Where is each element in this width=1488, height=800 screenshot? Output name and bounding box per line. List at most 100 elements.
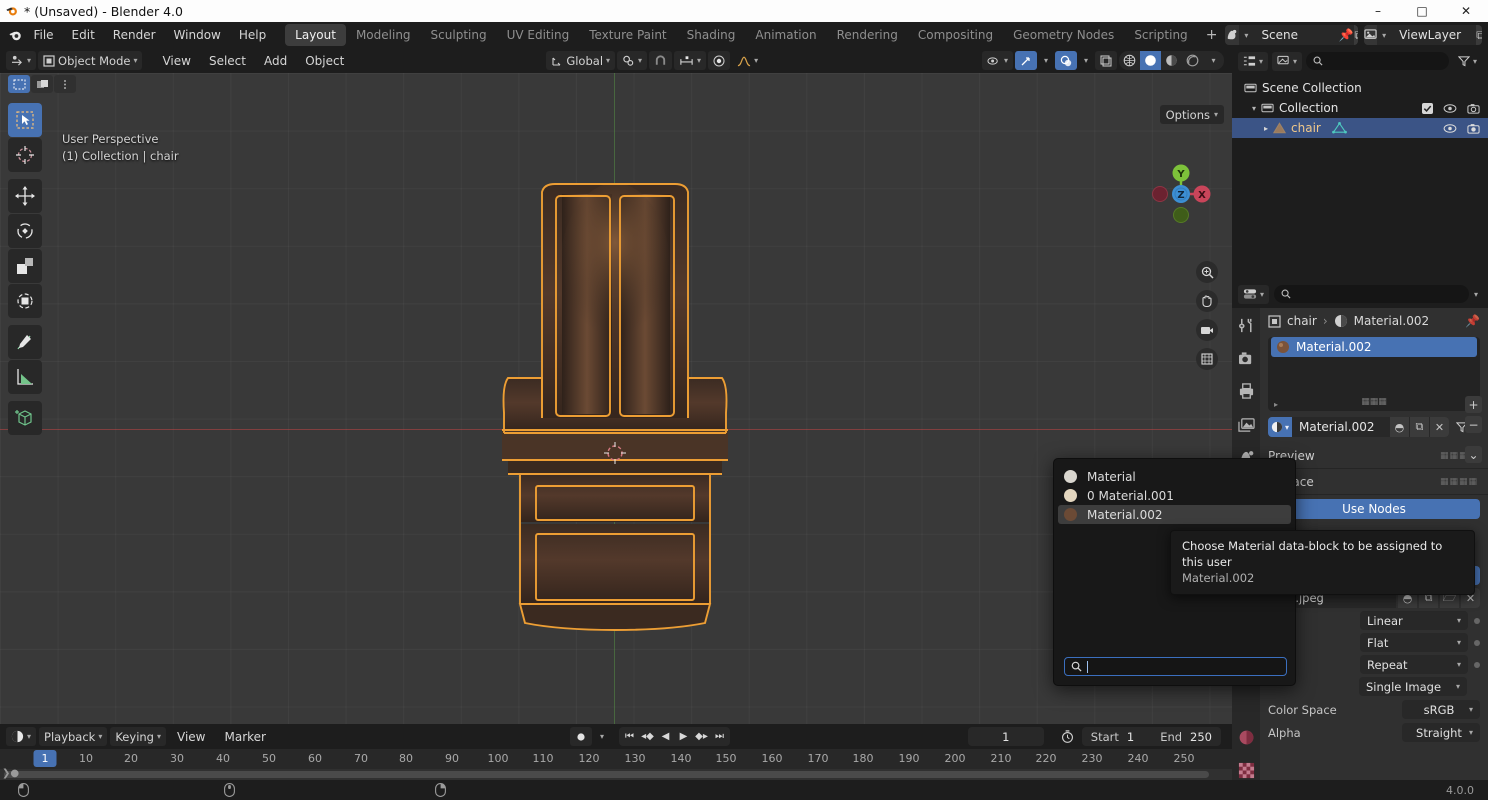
timeline-editor-type-button[interactable]: ▾ (6, 727, 37, 746)
shading-wireframe-icon[interactable] (1119, 51, 1140, 70)
projection-dropdown[interactable]: Flat ▾ (1360, 633, 1468, 652)
outliner-row-scene-collection[interactable]: Scene Collection (1232, 78, 1488, 98)
menu-file[interactable]: File (24, 25, 62, 45)
color-space-dropdown[interactable]: sRGB ▾ (1402, 700, 1480, 719)
auto-keying-toggle[interactable] (569, 727, 592, 746)
material-slot-row[interactable]: Material.002 (1271, 337, 1477, 357)
use-nodes-button[interactable]: Use Nodes (1268, 499, 1480, 519)
jump-to-next-keyframe-button[interactable]: ◆▸ (693, 728, 710, 745)
close-button[interactable]: ✕ (1444, 0, 1488, 22)
snap-to-selector[interactable]: ▾ (674, 51, 707, 70)
workspace-tab-compositing[interactable]: Compositing (908, 24, 1003, 46)
chair-3d-model[interactable] (500, 178, 730, 633)
show-gizmo-toggle[interactable] (1014, 51, 1037, 70)
editor-type-button[interactable]: ▾ (6, 51, 37, 70)
new-viewlayer-button[interactable]: ⧉ (1476, 25, 1482, 45)
outliner-row-collection[interactable]: ▾ Collection (1232, 98, 1488, 118)
outliner-editor-type-button[interactable]: ▾ (1238, 51, 1269, 71)
menu-render[interactable]: Render (104, 25, 165, 45)
jump-to-prev-keyframe-button[interactable]: ◂◆ (639, 728, 656, 745)
timeline-scrollbar[interactable] (0, 769, 1232, 780)
transform-orientation-selector[interactable]: Global ▾ (546, 51, 616, 70)
tab-output[interactable] (1236, 382, 1256, 400)
outliner-search-input[interactable] (1306, 52, 1449, 70)
viewport-menu-add[interactable]: Add (256, 52, 295, 70)
tool-move[interactable] (8, 179, 42, 213)
viewport-canvas[interactable]: User Perspective (1) Collection | chair (0, 73, 1232, 724)
minimize-button[interactable]: – (1356, 0, 1400, 22)
auto-keying-options-chevron[interactable]: ▾ (595, 727, 609, 746)
tool-transform[interactable] (8, 284, 42, 318)
shading-rendered-icon[interactable] (1182, 51, 1203, 70)
timeline-channel-expand-icon[interactable]: ❯● (2, 768, 19, 779)
maximize-button[interactable]: □ (1400, 0, 1444, 22)
pin-properties-icon[interactable]: 📌 (1465, 314, 1480, 328)
material-browse-icon[interactable]: ▾ (1268, 417, 1292, 437)
new-material-button[interactable]: ⧉ (1409, 417, 1429, 437)
frame-range-field[interactable]: Start 1 End 250 (1081, 727, 1221, 746)
alpha-dropdown[interactable]: Straight ▾ (1402, 723, 1480, 742)
new-scene-button[interactable]: ⧉ (1354, 25, 1359, 45)
workspace-tab-shading[interactable]: Shading (677, 24, 746, 46)
timeline-menu-playback[interactable]: Playback ▾ (39, 727, 108, 746)
shading-options-chevron[interactable]: ▾ (1203, 51, 1224, 70)
properties-options-chevron-icon[interactable]: ▾ (1474, 290, 1482, 299)
chair-expand-chevron-icon[interactable]: ▸ (1264, 124, 1268, 133)
tool-rotate[interactable] (8, 214, 42, 248)
collection-checkbox[interactable] (1422, 102, 1433, 114)
tool-scale[interactable] (8, 249, 42, 283)
interpolation-dropdown[interactable]: Linear ▾ (1360, 611, 1468, 630)
chair-render-icon[interactable] (1467, 123, 1480, 134)
proportional-edit-toggle[interactable] (708, 51, 731, 70)
workspace-tab-texture-paint[interactable]: Texture Paint (579, 24, 676, 46)
use-preview-range-icon[interactable] (1056, 727, 1079, 746)
move-view-icon[interactable] (1196, 290, 1218, 312)
tab-texture[interactable] (1236, 762, 1256, 780)
scene-chevron-icon[interactable]: ▾ (1239, 31, 1253, 40)
object-mode-selector[interactable]: Object Mode ▾ (38, 51, 143, 70)
workspace-tab-sculpting[interactable]: Sculpting (421, 24, 497, 46)
extension-dropdown[interactable]: Repeat ▾ (1360, 655, 1468, 674)
material-datablock-selector[interactable]: ▾ Material.002 ◓ ⧉ ✕ (1268, 417, 1449, 437)
gizmo-options-chevron[interactable]: ▾ (1039, 51, 1053, 70)
shading-solid-icon[interactable] (1140, 51, 1161, 70)
viewlayer-datablock[interactable]: ▾ ViewLayer ⧉ ✕ (1364, 25, 1482, 45)
scene-name[interactable]: Scene (1253, 28, 1337, 42)
outliner-display-mode-button[interactable]: ▾ (1272, 51, 1303, 71)
play-reverse-button[interactable]: ◀ (657, 728, 674, 745)
projection-animate-icon[interactable] (1474, 639, 1480, 646)
collection-expand-chevron-icon[interactable]: ▾ (1252, 104, 1256, 113)
workspace-tab-animation[interactable]: Animation (745, 24, 826, 46)
toggle-orthographic-icon[interactable] (1196, 348, 1218, 370)
select-box-mode-icon[interactable] (8, 75, 30, 93)
jump-to-end-button[interactable]: ⏭ (711, 728, 728, 745)
viewport-menu-object[interactable]: Object (297, 52, 352, 70)
material-slot-list[interactable]: Material.002 ▦▦▦ ▸ (1268, 337, 1480, 411)
unlink-material-button[interactable]: ✕ (1429, 417, 1449, 437)
snap-magnet-icon[interactable] (649, 51, 673, 70)
playhead-frame-indicator[interactable]: 1 (33, 750, 57, 767)
extension-animate-icon[interactable] (1474, 661, 1480, 668)
timeline-menu-keying[interactable]: Keying ▾ (110, 727, 166, 746)
tab-tool[interactable] (1236, 316, 1256, 334)
timeline-menu-marker[interactable]: Marker (216, 728, 273, 746)
add-workspace-button[interactable]: + (1198, 25, 1226, 45)
menu-window[interactable]: Window (165, 25, 230, 45)
menu-help[interactable]: Help (230, 25, 275, 45)
end-value[interactable]: 250 (1190, 730, 1212, 744)
panel-grip-icon[interactable]: ▦▦▦▦ (1440, 477, 1478, 487)
zoom-view-icon[interactable] (1196, 261, 1218, 283)
viewlayer-name[interactable]: ViewLayer (1391, 28, 1475, 42)
workspace-tab-uv-editing[interactable]: UV Editing (497, 24, 580, 46)
material-datablock-name[interactable]: Material.002 (1292, 420, 1389, 434)
start-value[interactable]: 1 (1127, 730, 1134, 744)
xray-toggle[interactable] (1095, 51, 1117, 70)
workspace-tab-rendering[interactable]: Rendering (827, 24, 908, 46)
camera-view-icon[interactable] (1196, 319, 1218, 341)
dropdown-item-material-001[interactable]: 0 Material.001 (1058, 486, 1291, 505)
add-material-slot-button[interactable]: + (1465, 396, 1482, 413)
outliner-row-chair[interactable]: ▸ chair (1232, 118, 1488, 138)
breadcrumb-object[interactable]: chair (1287, 314, 1317, 328)
pin-scene-icon[interactable]: 📌 (1338, 25, 1353, 45)
3d-viewport[interactable]: ▾ Object Mode ▾ View Select Add Object G… (0, 48, 1232, 724)
